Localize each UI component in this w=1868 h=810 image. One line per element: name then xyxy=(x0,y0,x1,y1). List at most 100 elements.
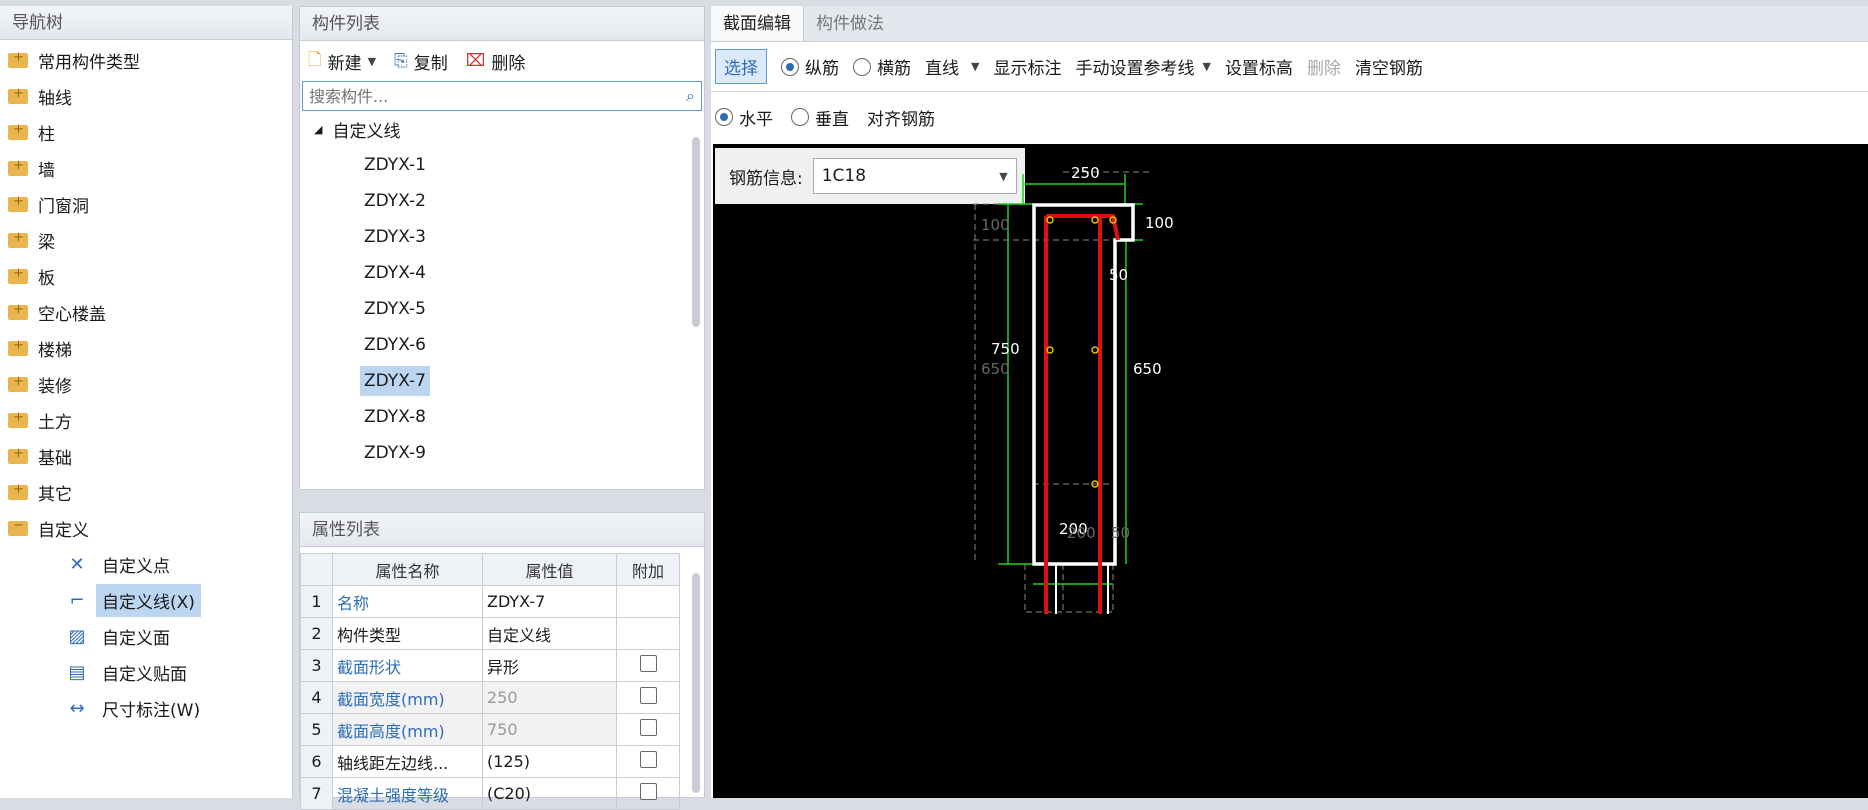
editor-toolbar-2: 水平 垂直 对齐钢筋 xyxy=(711,92,1868,142)
nav-item-hollow-floor[interactable]: 空心楼盖 xyxy=(0,294,292,330)
column-header: 属性值 xyxy=(482,553,617,586)
table-row[interactable]: 4 截面宽度(mm) 250 xyxy=(300,681,680,714)
checkbox[interactable] xyxy=(639,655,657,672)
nav-sub-dimension[interactable]: ↔ 尺寸标注(W) xyxy=(0,690,292,726)
delete-button[interactable]: ⌧ 删除 xyxy=(466,49,526,74)
rebar-point xyxy=(1091,346,1099,354)
folder-icon xyxy=(8,374,28,392)
nav-sub-custom-point[interactable]: ✕ 自定义点 xyxy=(0,546,292,582)
drawing-canvas[interactable]: 钢筋信息: 1C18 ▼ 250 100 100 750 650 650 50 … xyxy=(713,144,1868,798)
align-rebar-button[interactable]: 对齐钢筋 xyxy=(867,105,935,130)
tree-item[interactable]: ZDYX-4 xyxy=(300,255,704,291)
select-button[interactable]: 选择 xyxy=(715,49,767,84)
nav-sub-custom-line[interactable]: ⌐ 自定义线(X) xyxy=(0,582,292,618)
folder-icon xyxy=(8,446,28,464)
table-row[interactable]: 7 混凝土强度等级 (C20) xyxy=(300,777,680,810)
folder-icon xyxy=(8,266,28,284)
nav-item-decoration[interactable]: 装修 xyxy=(0,366,292,402)
rebar-points xyxy=(1046,216,1117,488)
radio-off-icon xyxy=(791,108,809,126)
vertical-radio[interactable]: 垂直 xyxy=(791,105,849,130)
surface-icon: ▤ xyxy=(68,661,86,683)
rebar-line xyxy=(1046,214,1120,241)
property-scrollbar[interactable] xyxy=(692,573,700,793)
nav-sub-custom-face[interactable]: ▨ 自定义面 xyxy=(0,618,292,654)
dim-bottom-ghost-label: 200 xyxy=(1067,524,1096,542)
table-row[interactable]: 5 截面高度(mm) 750 xyxy=(300,713,680,746)
nav-item-beam[interactable]: 梁 xyxy=(0,222,292,258)
nav-item-earthwork[interactable]: 土方 xyxy=(0,402,292,438)
table-row[interactable]: 1 名称 ZDYX-7 xyxy=(300,585,680,618)
tree-item-selected[interactable]: ZDYX-7 xyxy=(300,363,704,399)
line-icon: ⌐ xyxy=(69,589,85,611)
column-header: 附加 xyxy=(616,553,680,586)
property-table: 属性名称 属性值 附加 1 名称 ZDYX-7 2 构件类型 自定义线 3 截面… xyxy=(300,553,680,810)
tree-item[interactable]: ZDYX-9 xyxy=(300,435,704,471)
delete-icon: ⌧ xyxy=(465,51,486,71)
folder-icon xyxy=(8,122,28,140)
nav-item-other[interactable]: 其它 xyxy=(0,474,292,510)
chevron-down-icon: ▼ xyxy=(367,54,377,68)
folder-icon xyxy=(8,50,28,68)
component-scrollbar[interactable] xyxy=(692,137,700,327)
checkbox[interactable] xyxy=(639,751,657,768)
folder-icon xyxy=(8,302,28,320)
folder-icon xyxy=(8,230,28,248)
nav-sub-custom-surface[interactable]: ▤ 自定义贴面 xyxy=(0,654,292,690)
tree-item[interactable]: ZDYX-5 xyxy=(300,291,704,327)
component-list-title: 构件列表 xyxy=(300,7,704,41)
checkbox[interactable] xyxy=(639,783,657,800)
longitudinal-radio[interactable]: 纵筋 xyxy=(781,54,839,79)
checkbox[interactable] xyxy=(639,719,657,736)
chevron-down-icon: ▼ xyxy=(971,60,980,73)
tree-item[interactable]: ZDYX-2 xyxy=(300,183,704,219)
search-box: ⌕ xyxy=(302,81,702,111)
point-icon: ✕ xyxy=(69,553,85,575)
dimension-icon: ↔ xyxy=(69,697,85,719)
transverse-radio[interactable]: 横筋 xyxy=(853,54,911,79)
show-label-button[interactable]: 显示标注 xyxy=(993,54,1061,79)
middle-column: 构件列表 🗋新建▼ ⎘复制 ⌧删除 ⌕ ◢自定义线 ZDYX-1 ZDYX-2 … xyxy=(299,6,705,810)
section-outline xyxy=(1032,203,1135,566)
set-elevation-button[interactable]: 设置标高 xyxy=(1225,54,1293,79)
folder-icon xyxy=(8,86,28,104)
delete-rebar-button[interactable]: 删除 xyxy=(1307,54,1341,79)
table-row[interactable]: 2 构件类型 自定义线 xyxy=(300,617,680,650)
checkbox[interactable] xyxy=(639,687,657,704)
folder-icon xyxy=(8,158,28,176)
nav-item-slab[interactable]: 板 xyxy=(0,258,292,294)
clear-rebar-button[interactable]: 清空钢筋 xyxy=(1355,54,1423,79)
line-dropdown[interactable]: 直线 ▼ xyxy=(925,54,979,79)
horizontal-radio[interactable]: 水平 xyxy=(715,105,773,130)
table-row[interactable]: 3 截面形状 异形 xyxy=(300,649,680,682)
column-header: 属性名称 xyxy=(332,553,483,586)
dim-bottom-right-label: 50 xyxy=(1111,524,1130,542)
manual-ref-dropdown[interactable]: 手动设置参考线 ▼ xyxy=(1075,54,1210,79)
folder-icon xyxy=(8,338,28,356)
tab-component-method[interactable]: 构件做法 xyxy=(804,6,896,41)
radio-on-icon xyxy=(781,57,799,76)
nav-item-wall[interactable]: 墙 xyxy=(0,150,292,186)
nav-item-foundation[interactable]: 基础 xyxy=(0,438,292,474)
tab-section-edit[interactable]: 截面编辑 xyxy=(711,6,804,41)
new-button[interactable]: 🗋 新建 ▼ xyxy=(308,47,376,76)
table-row[interactable]: 6 轴线距左边线... (125) xyxy=(300,745,680,778)
property-list-title: 属性列表 xyxy=(300,513,704,547)
nav-item-column[interactable]: 柱 xyxy=(0,114,292,150)
nav-item-custom[interactable]: 自定义 xyxy=(0,510,292,546)
nav-item-stair[interactable]: 楼梯 xyxy=(0,330,292,366)
tree-item[interactable]: ZDYX-3 xyxy=(300,219,704,255)
nav-item-common[interactable]: 常用构件类型 xyxy=(0,42,292,78)
search-input[interactable] xyxy=(309,86,687,106)
tree-item[interactable]: ZDYX-1 xyxy=(300,147,704,183)
chevron-down-icon: ▼ xyxy=(1202,60,1211,73)
tree-item[interactable]: ZDYX-8 xyxy=(300,399,704,435)
nav-item-axis[interactable]: 轴线 xyxy=(0,78,292,114)
tree-item[interactable]: ZDYX-6 xyxy=(300,327,704,363)
tree-root[interactable]: ◢ 自定义线 xyxy=(300,111,704,147)
component-toolbar: 🗋 新建 ▼ ⎘ 复制 ⌧ 删除 xyxy=(300,41,704,81)
nav-item-opening[interactable]: 门窗洞 xyxy=(0,186,292,222)
triangle-down-icon: ◢ xyxy=(314,122,323,136)
copy-button[interactable]: ⎘ 复制 xyxy=(394,49,448,74)
search-icon[interactable]: ⌕ xyxy=(686,86,695,106)
